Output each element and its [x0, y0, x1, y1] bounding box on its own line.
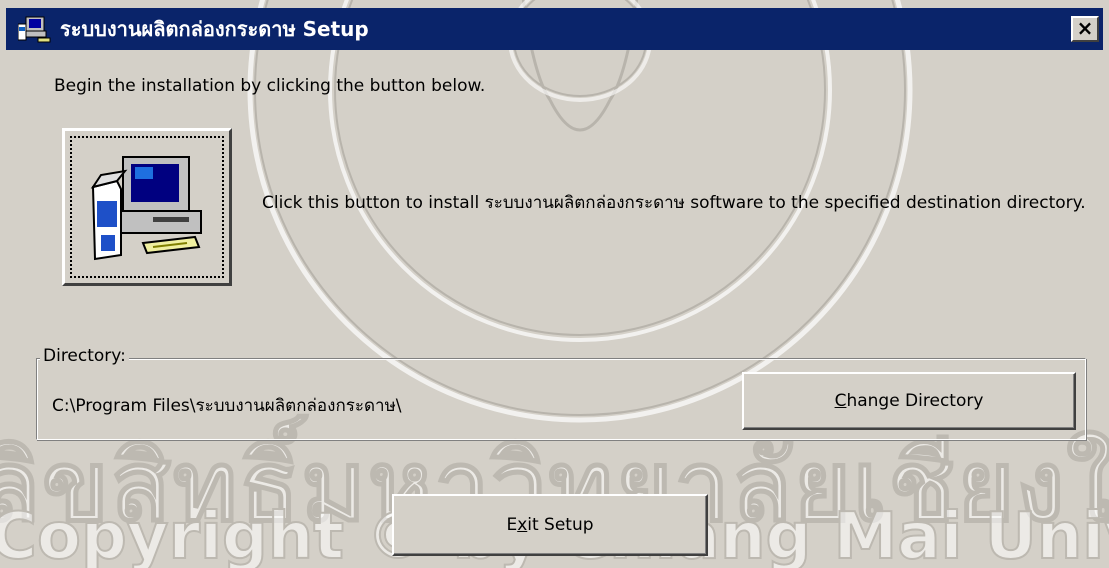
change-directory-accel: C — [834, 391, 847, 411]
close-icon: × — [1076, 16, 1094, 40]
directory-legend: Directory: — [40, 346, 129, 366]
install-button[interactable] — [62, 128, 232, 286]
close-button[interactable]: × — [1071, 16, 1099, 42]
window-title: ระบบงานผลิตกล่องกระดาษ Setup — [60, 17, 369, 41]
setup-dialog: ลิขสิทธิ์มหาวิทยาลัยเชียงใหม่ Copyright … — [0, 0, 1109, 568]
directory-path: C:\Program Files\ระบบงานผลิตกล่องกระดาษ\ — [52, 396, 402, 416]
exit-setup-label-post: it Setup — [527, 515, 594, 535]
install-description: Click this button to install ระบบงานผลิต… — [262, 193, 1086, 213]
change-directory-button[interactable]: Change Directory — [742, 372, 1076, 430]
title-bar[interactable]: ระบบงานผลิตกล่องกระดาษ Setup × — [6, 8, 1103, 50]
change-directory-label-post: hange Directory — [846, 391, 984, 411]
exit-setup-accel: x — [517, 515, 528, 535]
setup-computer-icon — [18, 16, 51, 43]
instruction-text: Begin the installation by clicking the b… — [54, 76, 486, 96]
exit-setup-button[interactable]: Exit Setup — [392, 494, 708, 556]
exit-setup-label-pre: E — [506, 515, 518, 535]
install-computer-icon — [90, 156, 202, 261]
